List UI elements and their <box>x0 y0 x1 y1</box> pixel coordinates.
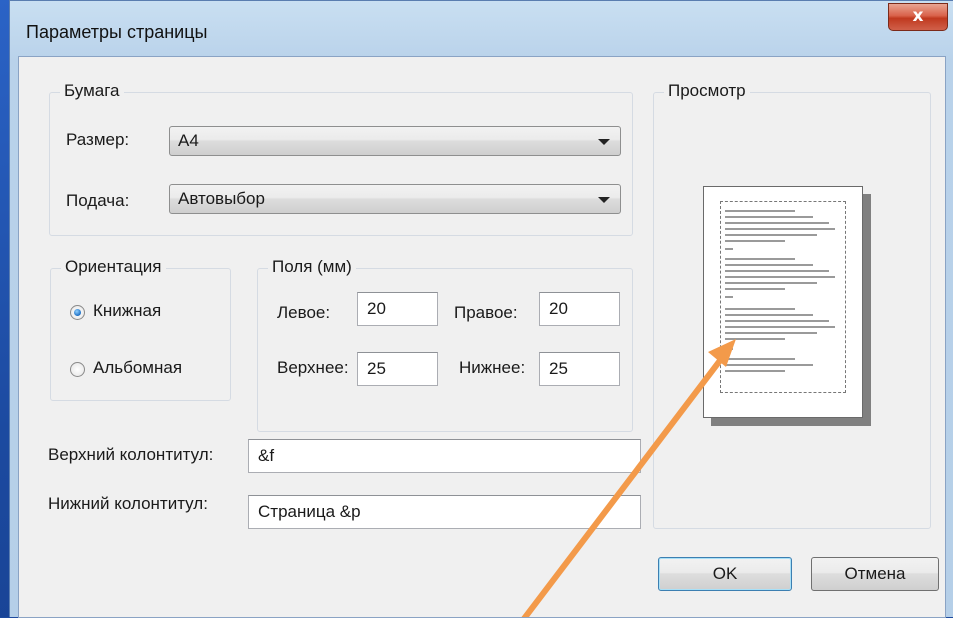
header-value: &f <box>258 446 275 465</box>
preview-text-line <box>725 364 813 366</box>
bottom-margin-value: 25 <box>549 359 568 378</box>
preview-text-line <box>725 314 813 316</box>
top-margin-value: 25 <box>367 359 386 378</box>
preview-legend: Просмотр <box>664 81 750 101</box>
left-margin-input[interactable]: 20 <box>357 292 438 326</box>
bottom-margin-input[interactable]: 25 <box>539 352 620 386</box>
preview-text-line <box>725 338 785 340</box>
preview-text-line <box>725 234 817 236</box>
landscape-radio[interactable] <box>70 362 85 377</box>
portrait-label[interactable]: Книжная <box>93 301 161 321</box>
size-label: Размер: <box>66 130 130 149</box>
preview-text-line <box>725 370 785 372</box>
paper-group: Бумага <box>49 81 633 236</box>
window-title: Параметры страницы <box>26 22 208 42</box>
bottom-margin-label: Нижнее: <box>459 358 526 377</box>
paper-source-select[interactable]: Автовыбор <box>169 184 621 214</box>
footer-label: Нижний колонтитул: <box>48 494 208 513</box>
header-input[interactable]: &f <box>248 439 641 473</box>
close-button[interactable]: x <box>888 3 948 31</box>
footer-value: Страница &p <box>258 502 361 521</box>
preview-text-line <box>725 248 733 250</box>
preview-text-line <box>725 282 817 284</box>
chevron-down-icon <box>598 139 610 145</box>
preview-text-line <box>725 210 795 212</box>
left-margin-label: Левое: <box>277 303 331 322</box>
paper-source-value: Автовыбор <box>178 189 265 208</box>
preview-text-line <box>725 308 795 310</box>
preview-text-line <box>725 258 795 260</box>
footer-input[interactable]: Страница &p <box>248 495 641 529</box>
right-margin-label: Правое: <box>454 303 518 322</box>
right-margin-input[interactable]: 20 <box>539 292 620 326</box>
preview-text-line <box>725 358 795 360</box>
preview-text-line <box>725 348 733 350</box>
preview-text-line <box>725 276 835 278</box>
preview-text-line <box>725 270 829 272</box>
cancel-button[interactable]: Отмена <box>811 557 939 591</box>
header-label: Верхний колонтитул: <box>48 445 214 464</box>
preview-text-line <box>725 222 829 224</box>
source-label: Подача: <box>66 191 130 210</box>
top-margin-input[interactable]: 25 <box>357 352 438 386</box>
chevron-down-icon <box>598 197 610 203</box>
portrait-radio[interactable] <box>70 305 85 320</box>
paper-legend: Бумага <box>60 81 124 101</box>
preview-text-line <box>725 332 817 334</box>
top-margin-label: Верхнее: <box>277 358 349 377</box>
preview-text-line <box>725 326 835 328</box>
preview-text-line <box>725 288 785 290</box>
preview-text-line <box>725 240 785 242</box>
preview-text-line <box>725 320 829 322</box>
title-bar[interactable]: Параметры страницы x <box>10 1 953 55</box>
ok-button[interactable]: OK <box>658 557 792 591</box>
left-margin-value: 20 <box>367 299 386 318</box>
paper-size-select[interactable]: A4 <box>169 126 621 156</box>
preview-text-line <box>725 264 813 266</box>
paper-size-value: A4 <box>178 131 199 150</box>
preview-text-line <box>725 296 733 298</box>
orientation-group: Ориентация <box>50 257 231 401</box>
orientation-legend: Ориентация <box>61 257 166 277</box>
right-margin-value: 20 <box>549 299 568 318</box>
close-icon: x <box>912 6 924 26</box>
preview-text-line <box>725 216 813 218</box>
margins-legend: Поля (мм) <box>268 257 356 277</box>
landscape-label[interactable]: Альбомная <box>93 358 182 378</box>
margin-outline <box>720 201 846 393</box>
preview-text-line <box>725 228 835 230</box>
page-preview-thumbnail <box>703 186 863 418</box>
